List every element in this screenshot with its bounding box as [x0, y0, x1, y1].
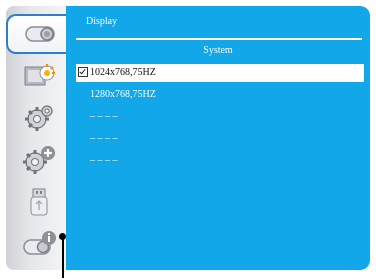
- list-item[interactable]: – – – –: [76, 108, 364, 126]
- list-item-label: 1024x768,75HZ: [90, 67, 156, 78]
- list-item[interactable]: – – – –: [76, 152, 364, 170]
- list-item[interactable]: – – – –: [76, 130, 364, 148]
- callout-line: [62, 236, 64, 278]
- advanced-gear-icon: [21, 144, 57, 176]
- sidebar-item-setting[interactable]: [6, 98, 72, 138]
- list-item-label: – – – –: [90, 155, 118, 166]
- list-item[interactable]: 1024x768,75HZ: [76, 64, 364, 82]
- image-adjust-icon: [21, 61, 57, 91]
- sidebar-item-image[interactable]: [6, 56, 72, 96]
- menu-title: Display: [86, 16, 118, 27]
- list-item-label: – – – –: [90, 133, 118, 144]
- usb-icon: [21, 186, 57, 218]
- menu-panel: Display System 1024x768,75HZ 1280x768,75…: [66, 6, 370, 270]
- menu-sidebar: [6, 6, 74, 270]
- osd-menu: Display System 1024x768,75HZ 1280x768,75…: [0, 0, 372, 278]
- title-divider: [76, 38, 362, 40]
- sidebar-item-display[interactable]: [6, 14, 74, 54]
- sidebar-item-usb[interactable]: [6, 182, 72, 222]
- setting-gear-icon: [21, 102, 57, 134]
- list-item[interactable]: 1280x768,75HZ: [76, 86, 364, 104]
- list-item-label: 1280x768,75HZ: [90, 89, 156, 100]
- display-icon: [23, 21, 59, 47]
- sidebar-item-advanced[interactable]: [6, 140, 72, 180]
- list-item-label: – – – –: [90, 111, 118, 122]
- info-icon: [21, 228, 57, 260]
- section-header: System: [203, 45, 233, 56]
- check-icon: [78, 66, 88, 77]
